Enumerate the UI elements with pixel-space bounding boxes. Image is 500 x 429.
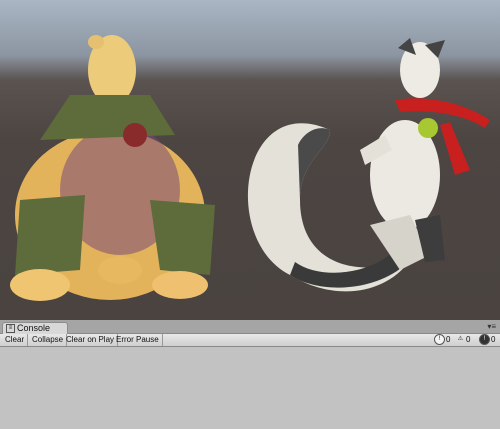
console-tab-bar: [0, 320, 500, 334]
tab-console[interactable]: ≡ Console: [2, 322, 68, 334]
warning-icon: ⚠: [457, 336, 464, 343]
scene-artwork: [10, 35, 490, 301]
info-icon: !: [434, 334, 445, 346]
armored-bear-character: [10, 35, 215, 301]
collapse-toggle[interactable]: Collapse: [29, 334, 68, 346]
error-count-toggle[interactable]: ! 0: [479, 334, 495, 346]
white-fox-character: [247, 38, 490, 292]
clear-button[interactable]: Clear: [2, 334, 29, 346]
tab-console-label: Console: [17, 323, 51, 333]
error-count: 0: [491, 335, 496, 344]
warning-count: 0: [466, 335, 471, 344]
clear-on-play-toggle[interactable]: Clear on Play: [63, 334, 119, 346]
error-icon: !: [479, 334, 490, 346]
console-log-area[interactable]: [0, 347, 500, 429]
warning-count-toggle[interactable]: ⚠ 0: [456, 334, 471, 346]
panel-menu-icon[interactable]: ▾≡: [487, 322, 496, 332]
console-icon: ≡: [6, 324, 15, 333]
info-count-toggle[interactable]: ! 0: [434, 334, 450, 346]
info-count: 0: [446, 335, 451, 344]
scene-view[interactable]: [0, 0, 500, 320]
error-pause-toggle[interactable]: Error Pause: [113, 334, 163, 346]
